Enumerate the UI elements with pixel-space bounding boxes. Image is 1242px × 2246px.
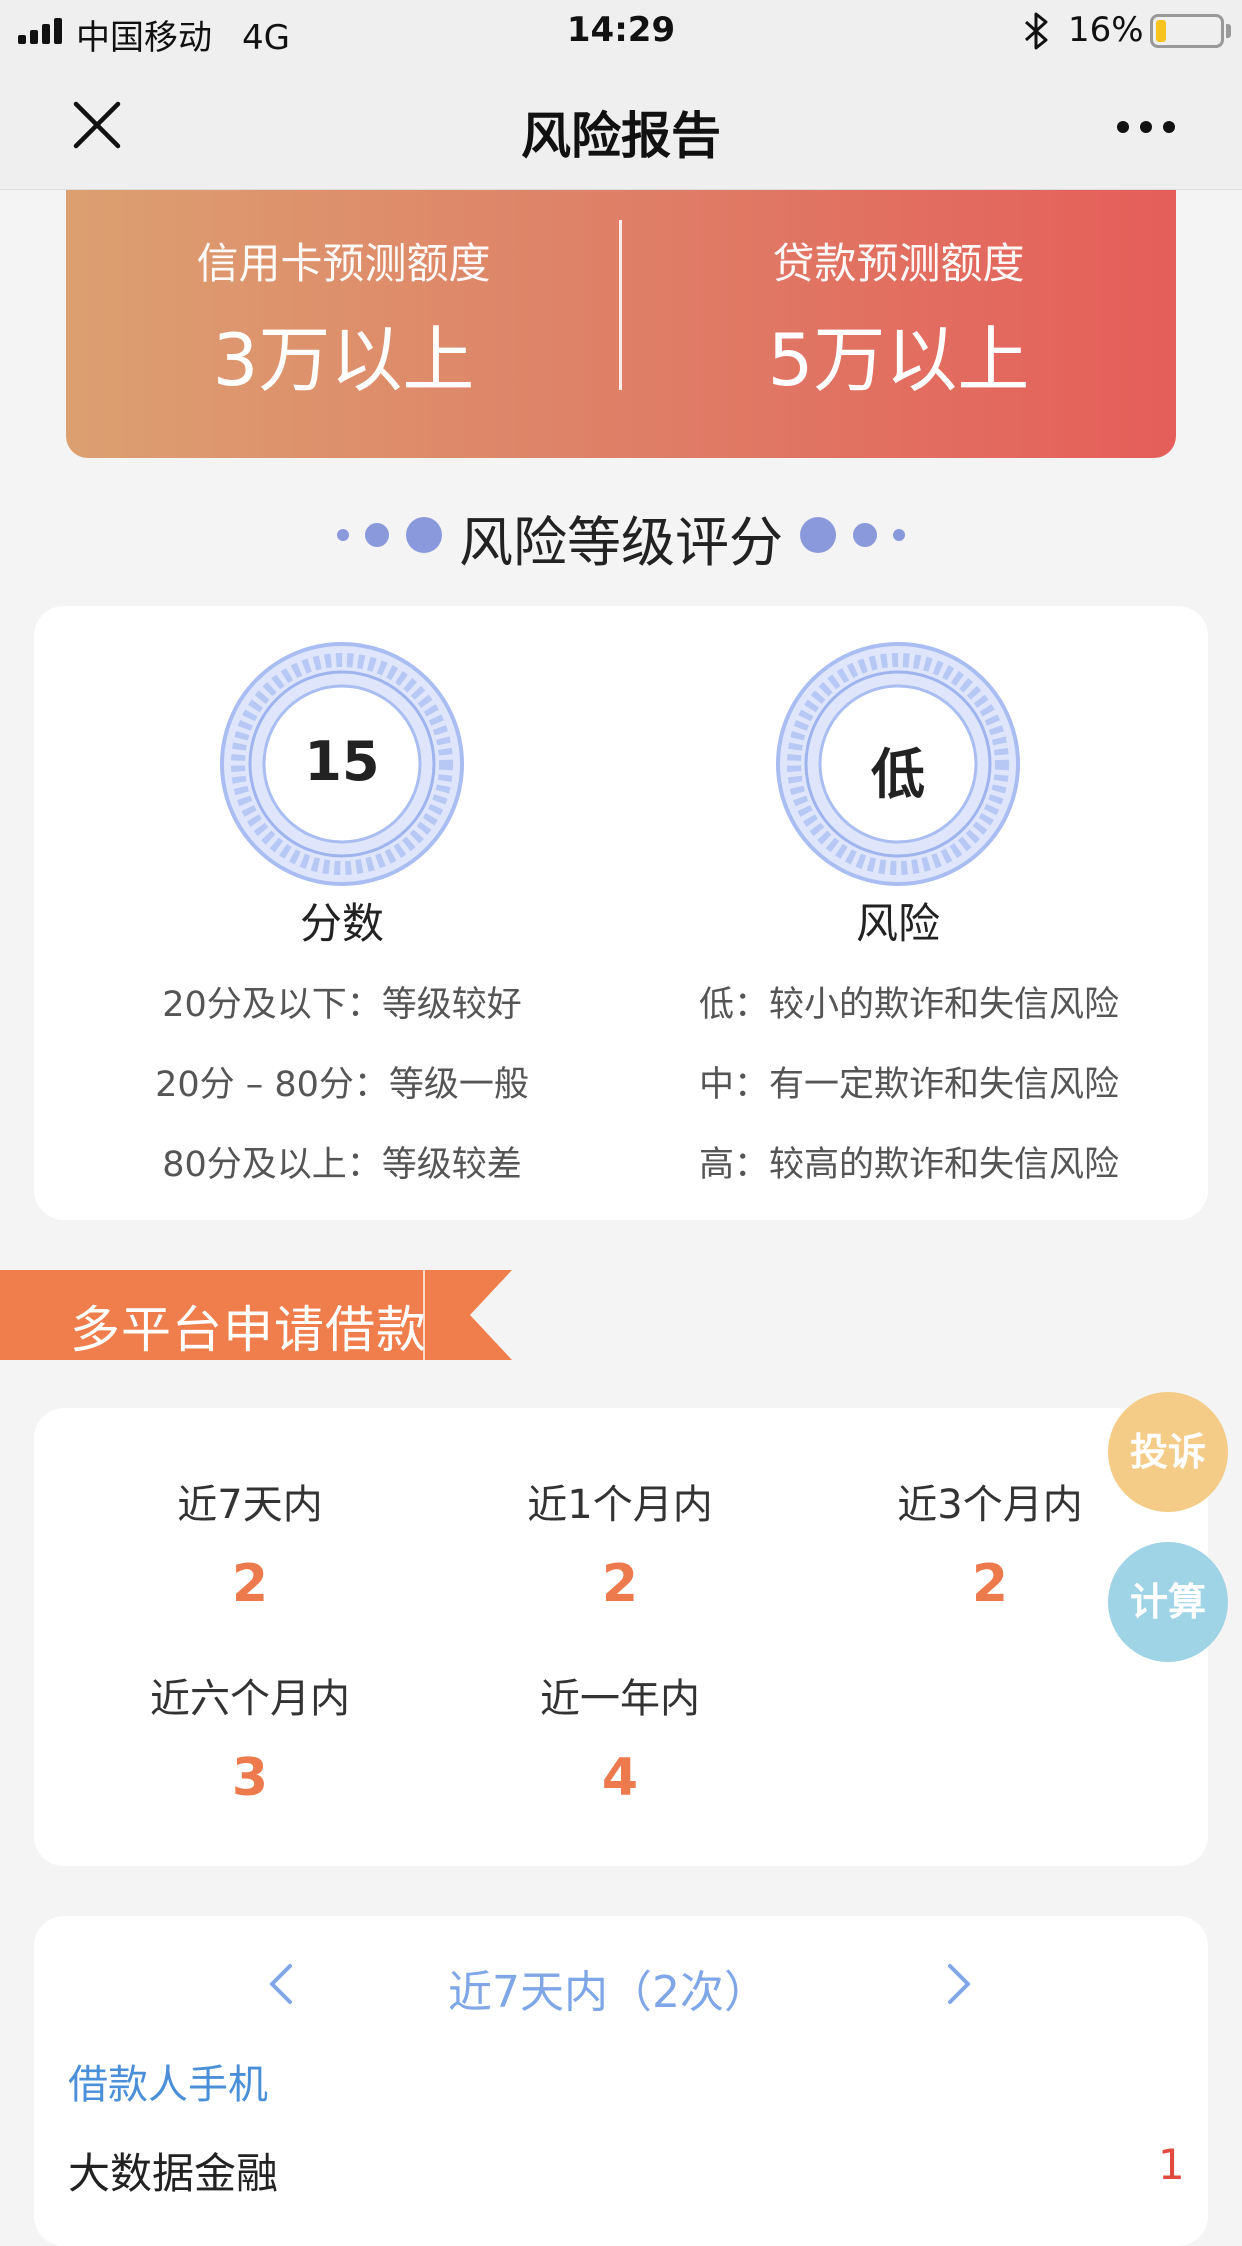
battery-tip bbox=[1226, 24, 1231, 38]
loan-quota: 贷款预测额度 5万以上 bbox=[621, 230, 1176, 406]
stat-value: 2 bbox=[231, 1554, 269, 1614]
credit-card-quota-label: 信用卡预测额度 bbox=[196, 239, 491, 288]
bluetooth-icon bbox=[1024, 12, 1048, 50]
stat-label: 近六个月内 bbox=[150, 1676, 350, 1722]
score-caption: 分数 bbox=[299, 899, 384, 948]
complain-button[interactable]: 投诉 bbox=[1108, 1392, 1228, 1512]
battery-level bbox=[1156, 20, 1166, 42]
more-icon[interactable] bbox=[1116, 120, 1176, 134]
chevron-right-icon[interactable] bbox=[944, 1962, 974, 2006]
clock: 14:29 bbox=[566, 10, 676, 50]
credit-card-quota: 信用卡预测额度 3万以上 bbox=[66, 230, 621, 406]
calculate-button[interactable]: 计算 bbox=[1108, 1542, 1228, 1662]
stat-label: 近1个月内 bbox=[527, 1482, 713, 1528]
risk-section-title: 风险等级评分 bbox=[459, 511, 783, 574]
risk-value: 低 bbox=[871, 743, 925, 806]
loan-quota-value: 5万以上 bbox=[767, 318, 1030, 402]
stat-label: 近一年内 bbox=[540, 1676, 700, 1722]
detail-card: 近7天内（2次） 借款人手机 大数据金融 1 bbox=[34, 1916, 1208, 2246]
stat-value: 2 bbox=[601, 1554, 639, 1614]
list-item-count: 1 bbox=[1158, 2140, 1185, 2189]
stat-value: 4 bbox=[601, 1748, 639, 1808]
score-legend-line: 20分及以下：等级较好 bbox=[162, 985, 522, 1025]
score-value: 15 bbox=[304, 730, 380, 793]
risk-legend-line: 中：有一定欺诈和失信风险 bbox=[698, 1065, 1119, 1105]
decor-dot bbox=[853, 523, 877, 547]
loan-quota-label: 贷款预测额度 bbox=[772, 239, 1025, 288]
page-title: 风险报告 bbox=[521, 107, 721, 165]
list-section-head: 借款人手机 bbox=[68, 2062, 268, 2108]
risk-legend-line: 高：较高的欺诈和失信风险 bbox=[698, 1145, 1119, 1185]
decor-dot bbox=[893, 529, 905, 541]
risk-legend-line: 低：较小的欺诈和失信风险 bbox=[698, 985, 1119, 1025]
risk-card: 15 分数 低 风险 20分及以下：等级较好 20分 – 80分：等级一般 80… bbox=[34, 606, 1208, 1220]
decor-dot bbox=[800, 517, 836, 553]
multi-platform-card: 近7天内 2 近1个月内 2 近3个月内 2 近六个月内 3 近一年内 4 bbox=[34, 1408, 1208, 1866]
period-selector[interactable]: 近7天内（2次） bbox=[34, 1956, 1208, 2020]
list-item-label: 大数据金融 bbox=[68, 2149, 279, 2198]
risk-caption: 风险 bbox=[855, 899, 940, 948]
quota-banner: 信用卡预测额度 3万以上 贷款预测额度 5万以上 bbox=[66, 190, 1176, 458]
credit-card-quota-value: 3万以上 bbox=[212, 318, 475, 402]
nav-bar: 风险报告 bbox=[0, 62, 1242, 190]
score-legend-line: 80分及以上：等级较差 bbox=[162, 1145, 522, 1185]
battery-percent: 16% bbox=[1068, 10, 1144, 50]
stat-value: 3 bbox=[231, 1748, 269, 1808]
status-bar: 中国移动 4G 14:29 16% bbox=[0, 0, 1242, 62]
battery-icon bbox=[1150, 14, 1224, 48]
score-legend-line: 20分 – 80分：等级一般 bbox=[155, 1065, 529, 1105]
multi-platform-title: 多平台申请借款 bbox=[70, 1301, 427, 1359]
stat-label: 近7天内 bbox=[177, 1482, 323, 1528]
